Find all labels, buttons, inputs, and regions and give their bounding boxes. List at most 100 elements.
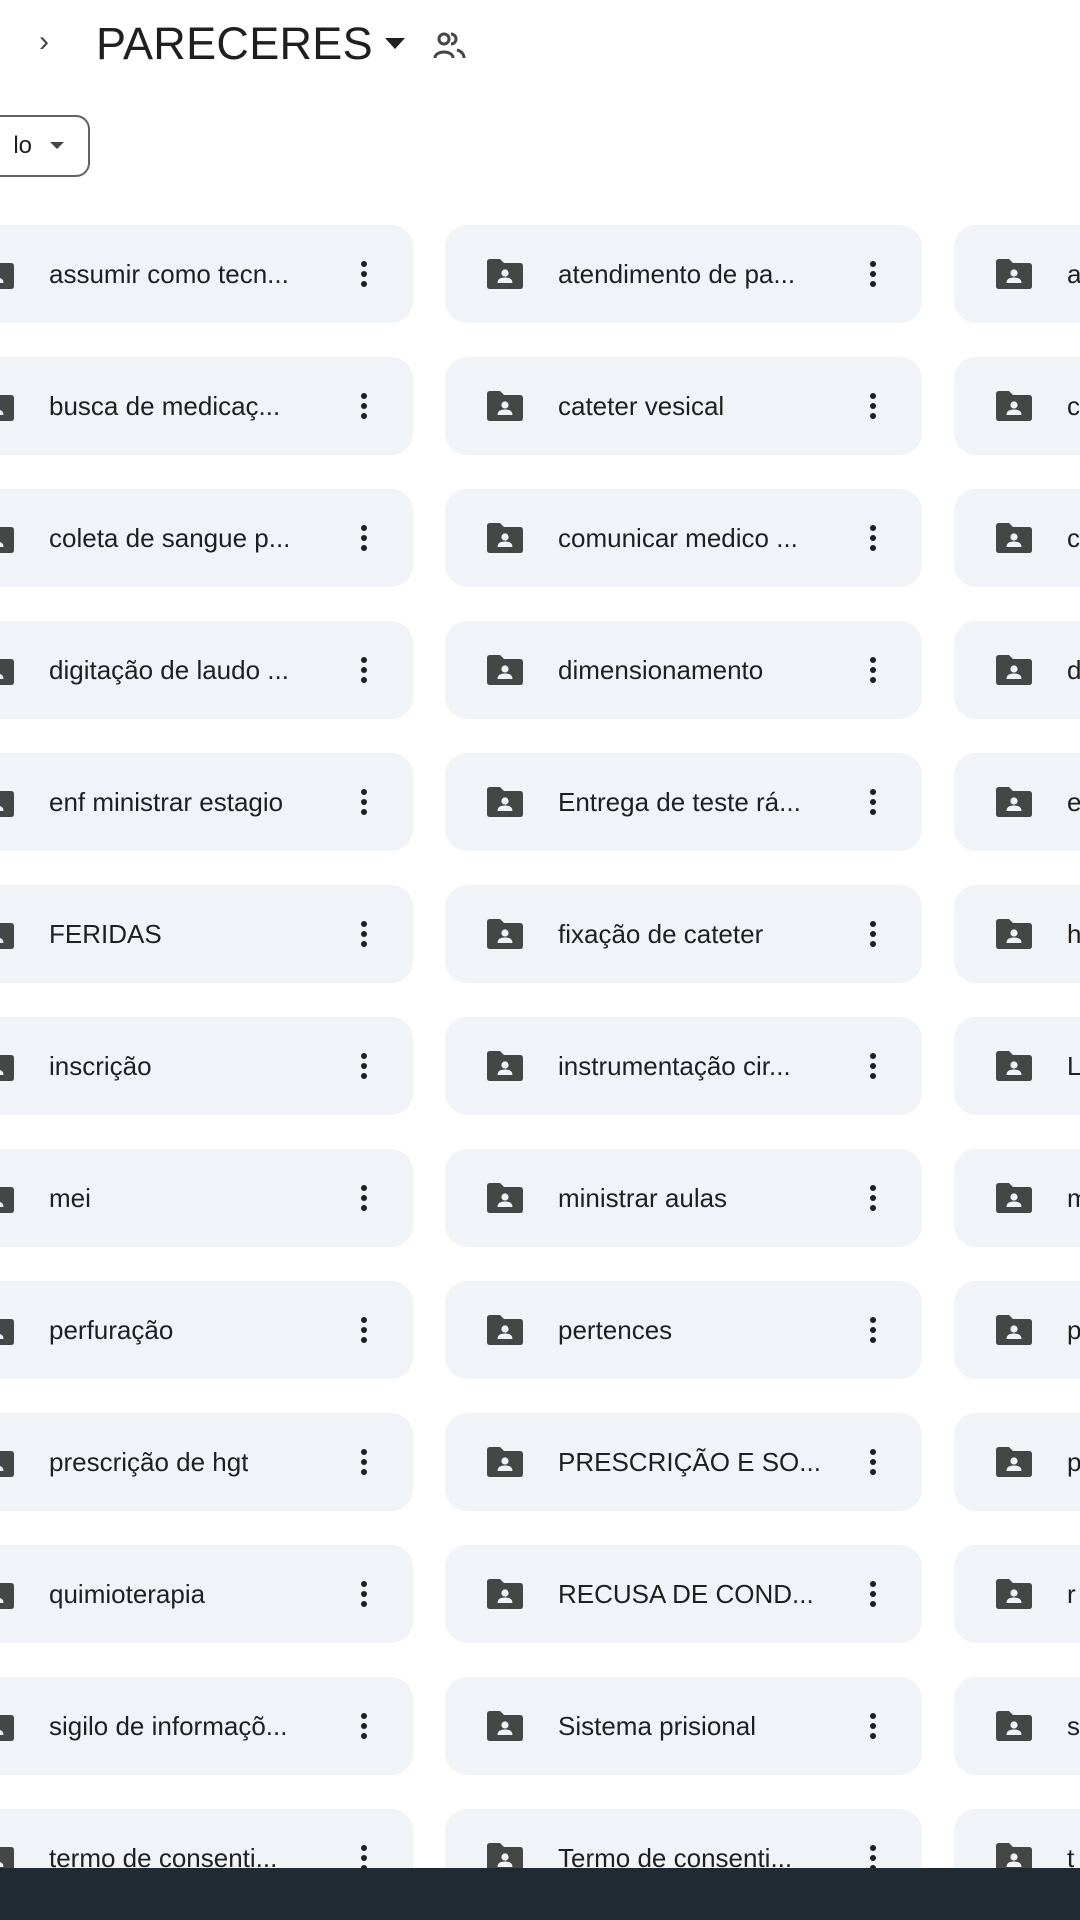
more-options-icon[interactable] bbox=[853, 1178, 893, 1218]
folder-name: r bbox=[1067, 1579, 1076, 1609]
shared-folder-icon bbox=[485, 1710, 525, 1742]
folder-name: e bbox=[1067, 787, 1080, 817]
more-options-icon[interactable] bbox=[344, 1046, 384, 1086]
more-options-icon[interactable] bbox=[853, 1706, 893, 1746]
more-options-icon[interactable] bbox=[853, 386, 893, 426]
folder-name: assumir como tecn... bbox=[49, 259, 289, 289]
folder-card[interactable]: cateter vesical bbox=[445, 357, 922, 455]
folder-card[interactable]: a bbox=[954, 225, 1080, 323]
folder-name: c bbox=[1067, 391, 1080, 421]
shared-folder-icon bbox=[485, 1182, 525, 1214]
shared-folder-icon bbox=[994, 258, 1034, 290]
folder-name: RECUSA DE COND... bbox=[558, 1579, 814, 1609]
folder-card[interactable]: digitação de laudo ... bbox=[0, 621, 413, 719]
folder-card[interactable]: instrumentação cir... bbox=[445, 1017, 922, 1115]
folder-name: dimensionamento bbox=[558, 655, 764, 685]
taskbar-edge bbox=[0, 1868, 1080, 1920]
more-options-icon[interactable] bbox=[853, 650, 893, 690]
more-options-icon[interactable] bbox=[344, 1442, 384, 1482]
folder-card[interactable]: fixação de cateter bbox=[445, 885, 922, 983]
more-options-icon[interactable] bbox=[344, 518, 384, 558]
more-options-icon[interactable] bbox=[344, 1574, 384, 1614]
folder-card[interactable]: p bbox=[954, 1413, 1080, 1511]
more-options-icon[interactable] bbox=[344, 1838, 384, 1870]
folder-card[interactable]: dimensionamento bbox=[445, 621, 922, 719]
folder-card[interactable]: atendimento de pa... bbox=[445, 225, 922, 323]
folder-name: ministrar aulas bbox=[558, 1183, 728, 1213]
folder-card[interactable]: ministrar aulas bbox=[445, 1149, 922, 1247]
folder-card[interactable]: c bbox=[954, 489, 1080, 587]
more-options-icon[interactable] bbox=[344, 650, 384, 690]
folder-name: coleta de sangue p... bbox=[49, 523, 291, 553]
more-options-icon[interactable] bbox=[853, 1442, 893, 1482]
more-options-icon[interactable] bbox=[853, 914, 893, 954]
shared-folder-icon bbox=[0, 1182, 16, 1214]
more-options-icon[interactable] bbox=[344, 914, 384, 954]
more-options-icon[interactable] bbox=[344, 254, 384, 294]
folder-card[interactable]: c bbox=[954, 357, 1080, 455]
more-options-icon[interactable] bbox=[344, 386, 384, 426]
shared-folder-icon bbox=[485, 1050, 525, 1082]
folder-card[interactable]: termo de consenti... bbox=[0, 1809, 413, 1870]
folder-card[interactable]: RECUSA DE COND... bbox=[445, 1545, 922, 1643]
folder-card[interactable]: quimioterapia bbox=[0, 1545, 413, 1643]
folder-card[interactable]: busca de medicaç... bbox=[0, 357, 413, 455]
folder-card[interactable]: L bbox=[954, 1017, 1080, 1115]
filter-chip[interactable]: lo bbox=[0, 115, 90, 177]
folder-card[interactable]: mei bbox=[0, 1149, 413, 1247]
folder-name: sigilo de informaçõ... bbox=[49, 1711, 288, 1741]
more-options-icon[interactable] bbox=[853, 1574, 893, 1614]
shared-folder-icon bbox=[485, 786, 525, 818]
folder-name: inscrição bbox=[49, 1051, 152, 1081]
folder-card[interactable]: coleta de sangue p... bbox=[0, 489, 413, 587]
shared-people-icon[interactable] bbox=[428, 24, 472, 68]
shared-folder-icon bbox=[994, 522, 1034, 554]
more-options-icon[interactable] bbox=[853, 518, 893, 558]
shared-folder-icon bbox=[0, 258, 16, 290]
folder-title-button[interactable]: PARECERES bbox=[90, 14, 413, 74]
more-options-icon[interactable] bbox=[853, 1310, 893, 1350]
folder-card[interactable]: comunicar medico ... bbox=[445, 489, 922, 587]
shared-folder-icon bbox=[0, 1446, 16, 1478]
folder-card[interactable]: r bbox=[954, 1545, 1080, 1643]
shared-folder-icon bbox=[485, 654, 525, 686]
folder-card[interactable]: Termo de consenti... bbox=[445, 1809, 922, 1870]
shared-folder-icon bbox=[0, 1842, 16, 1870]
folder-card[interactable]: perfuração bbox=[0, 1281, 413, 1379]
folder-card[interactable]: pertences bbox=[445, 1281, 922, 1379]
folder-name: p bbox=[1067, 1447, 1080, 1477]
folder-card[interactable]: inscrição bbox=[0, 1017, 413, 1115]
more-options-icon[interactable] bbox=[853, 1046, 893, 1086]
folder-card[interactable]: t bbox=[954, 1809, 1080, 1870]
folder-name: c bbox=[1067, 523, 1080, 553]
more-options-icon[interactable] bbox=[344, 1706, 384, 1746]
folder-card[interactable]: prescrição de hgt bbox=[0, 1413, 413, 1511]
folder-card[interactable]: Sistema prisional bbox=[445, 1677, 922, 1775]
more-options-icon[interactable] bbox=[344, 1178, 384, 1218]
folder-name: Termo de consenti... bbox=[558, 1843, 793, 1870]
folder-name: h bbox=[1067, 919, 1080, 949]
more-options-icon[interactable] bbox=[344, 1310, 384, 1350]
folder-card[interactable]: d bbox=[954, 621, 1080, 719]
folder-name: perfuração bbox=[49, 1315, 174, 1345]
shared-folder-icon bbox=[994, 1182, 1034, 1214]
folder-card[interactable]: Entrega de teste rá... bbox=[445, 753, 922, 851]
folder-card[interactable]: e bbox=[954, 753, 1080, 851]
folder-name: cateter vesical bbox=[558, 391, 725, 421]
folder-card[interactable]: h bbox=[954, 885, 1080, 983]
folder-card[interactable]: assumir como tecn... bbox=[0, 225, 413, 323]
folder-card[interactable]: enf ministrar estagio bbox=[0, 753, 413, 851]
shared-folder-icon bbox=[994, 654, 1034, 686]
folder-card[interactable]: sigilo de informaçõ... bbox=[0, 1677, 413, 1775]
shared-folder-icon bbox=[0, 1050, 16, 1082]
more-options-icon[interactable] bbox=[853, 782, 893, 822]
more-options-icon[interactable] bbox=[344, 782, 384, 822]
more-options-icon[interactable] bbox=[853, 254, 893, 294]
folder-card[interactable]: p bbox=[954, 1281, 1080, 1379]
folder-card[interactable]: m bbox=[954, 1149, 1080, 1247]
folder-card[interactable]: FERIDAS bbox=[0, 885, 413, 983]
folder-card[interactable]: PRESCRIÇÃO E SO... bbox=[445, 1413, 922, 1511]
folder-card[interactable]: s bbox=[954, 1677, 1080, 1775]
more-options-icon[interactable] bbox=[853, 1838, 893, 1870]
folder-name: digitação de laudo ... bbox=[49, 655, 289, 685]
